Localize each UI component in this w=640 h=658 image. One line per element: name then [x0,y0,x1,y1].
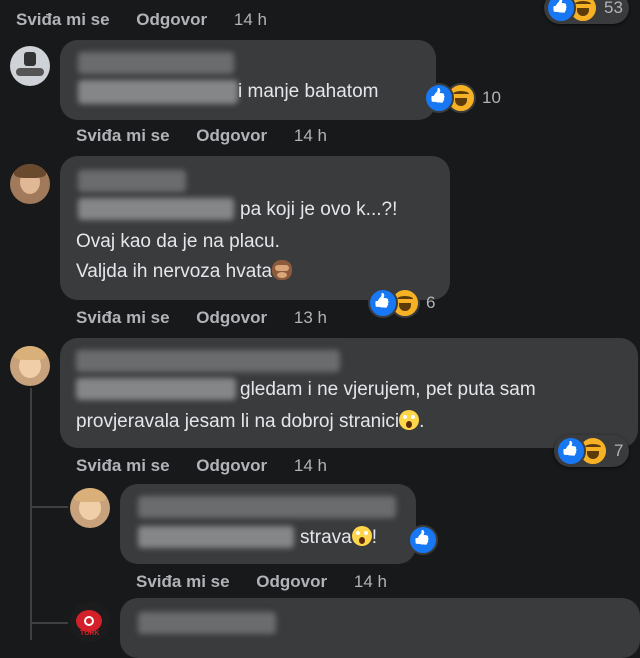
comment-text-line: Valjda ih nervoza hvata [76,256,293,288]
reply-bubble: strava! [120,484,416,564]
reaction-summary[interactable]: 7 [554,435,630,467]
comment-actions: Sviđa mi se Odgovor 14 h [76,126,327,146]
comment-actions: Sviđa mi se Odgovor 13 h [76,308,327,328]
blurred-author-name [78,52,234,74]
avatar[interactable] [10,46,50,86]
blurred-text [76,378,236,400]
screaming-face-icon [351,526,372,546]
like-reaction-icon [556,436,586,466]
comment-actions: Sviđa mi se Odgovor 14 h [76,456,327,476]
avatar[interactable] [10,346,50,386]
comment-time[interactable]: 13 h [294,308,327,328]
like-reaction-icon [424,83,454,113]
like-link[interactable]: Sviđa mi se [16,10,110,30]
avatar-caption: TURK [80,630,100,637]
comment-text-line: provjeravala jesam li na dobroj stranici… [76,406,424,438]
reaction-summary[interactable] [408,524,438,556]
avatar[interactable] [10,164,50,204]
blurred-text [78,198,234,220]
like-link[interactable]: Sviđa mi se [136,572,230,592]
reply-time[interactable]: 14 h [354,572,387,592]
reply-bubble [120,598,640,658]
reply-connector [30,506,68,508]
blurred-author-name [138,496,396,518]
comment-text-line: gledam i ne vjerujem, pet puta sam [240,379,536,400]
comment-text: Valjda ih nervoza hvata [76,261,273,282]
blurred-text [78,80,238,104]
comment-text: provjeravala jesam li na dobroj stranici [76,411,400,432]
reaction-count: 7 [614,441,624,460]
reply-text-line: strava! [300,522,377,554]
reply-link[interactable]: Odgovor [136,10,207,30]
reply-link[interactable]: Odgovor [196,308,267,328]
comment-time[interactable]: 14 h [294,456,327,476]
reply-thread-line [30,388,32,640]
comment-text: . [419,411,425,432]
comment-actions: Sviđa mi se Odgovor 14 h [16,10,267,30]
reply-text: strava [300,527,352,548]
comment-text: i manje bahatom [238,81,379,102]
comment-bubble: i manje bahatom [60,40,436,120]
see-no-evil-monkey-icon [272,260,293,280]
avatar[interactable] [70,488,110,528]
reply-link[interactable]: Odgovor [196,456,267,476]
like-link[interactable]: Sviđa mi se [76,456,170,476]
blurred-author-name [76,350,340,372]
reply-actions: Sviđa mi se Odgovor 14 h [136,572,387,592]
reaction-count: 6 [426,293,436,312]
reaction-summary[interactable]: 53 [544,0,629,24]
comment-bubble: pa koji je ovo k...?! Ovaj kao da je na … [60,156,450,300]
blurred-author-name [78,170,186,192]
reply-link[interactable]: Odgovor [196,126,267,146]
reply-text: ! [371,527,378,548]
comment-bubble: gledam i ne vjerujem, pet puta sam provj… [60,338,638,448]
like-reaction-icon [408,525,438,555]
reaction-count: 10 [482,88,501,107]
reaction-count: 53 [604,0,623,17]
like-reaction-icon [368,288,398,318]
comment-time[interactable]: 14 h [234,10,267,30]
screaming-face-icon [399,410,420,430]
blurred-author-name [138,612,276,634]
like-link[interactable]: Sviđa mi se [76,126,170,146]
reaction-summary[interactable]: 10 [424,82,501,114]
like-reaction-icon [546,0,576,23]
avatar[interactable]: TURK [70,602,110,642]
reaction-summary[interactable]: 6 [368,287,435,319]
like-link[interactable]: Sviđa mi se [76,308,170,328]
reply-connector [30,622,68,624]
reply-link[interactable]: Odgovor [256,572,327,592]
comment-time[interactable]: 14 h [294,126,327,146]
comment-text-line: Ovaj kao da je na placu. [76,231,280,252]
comment-text-line: pa koji je ovo k...?! [240,199,398,220]
blurred-text [138,526,294,548]
